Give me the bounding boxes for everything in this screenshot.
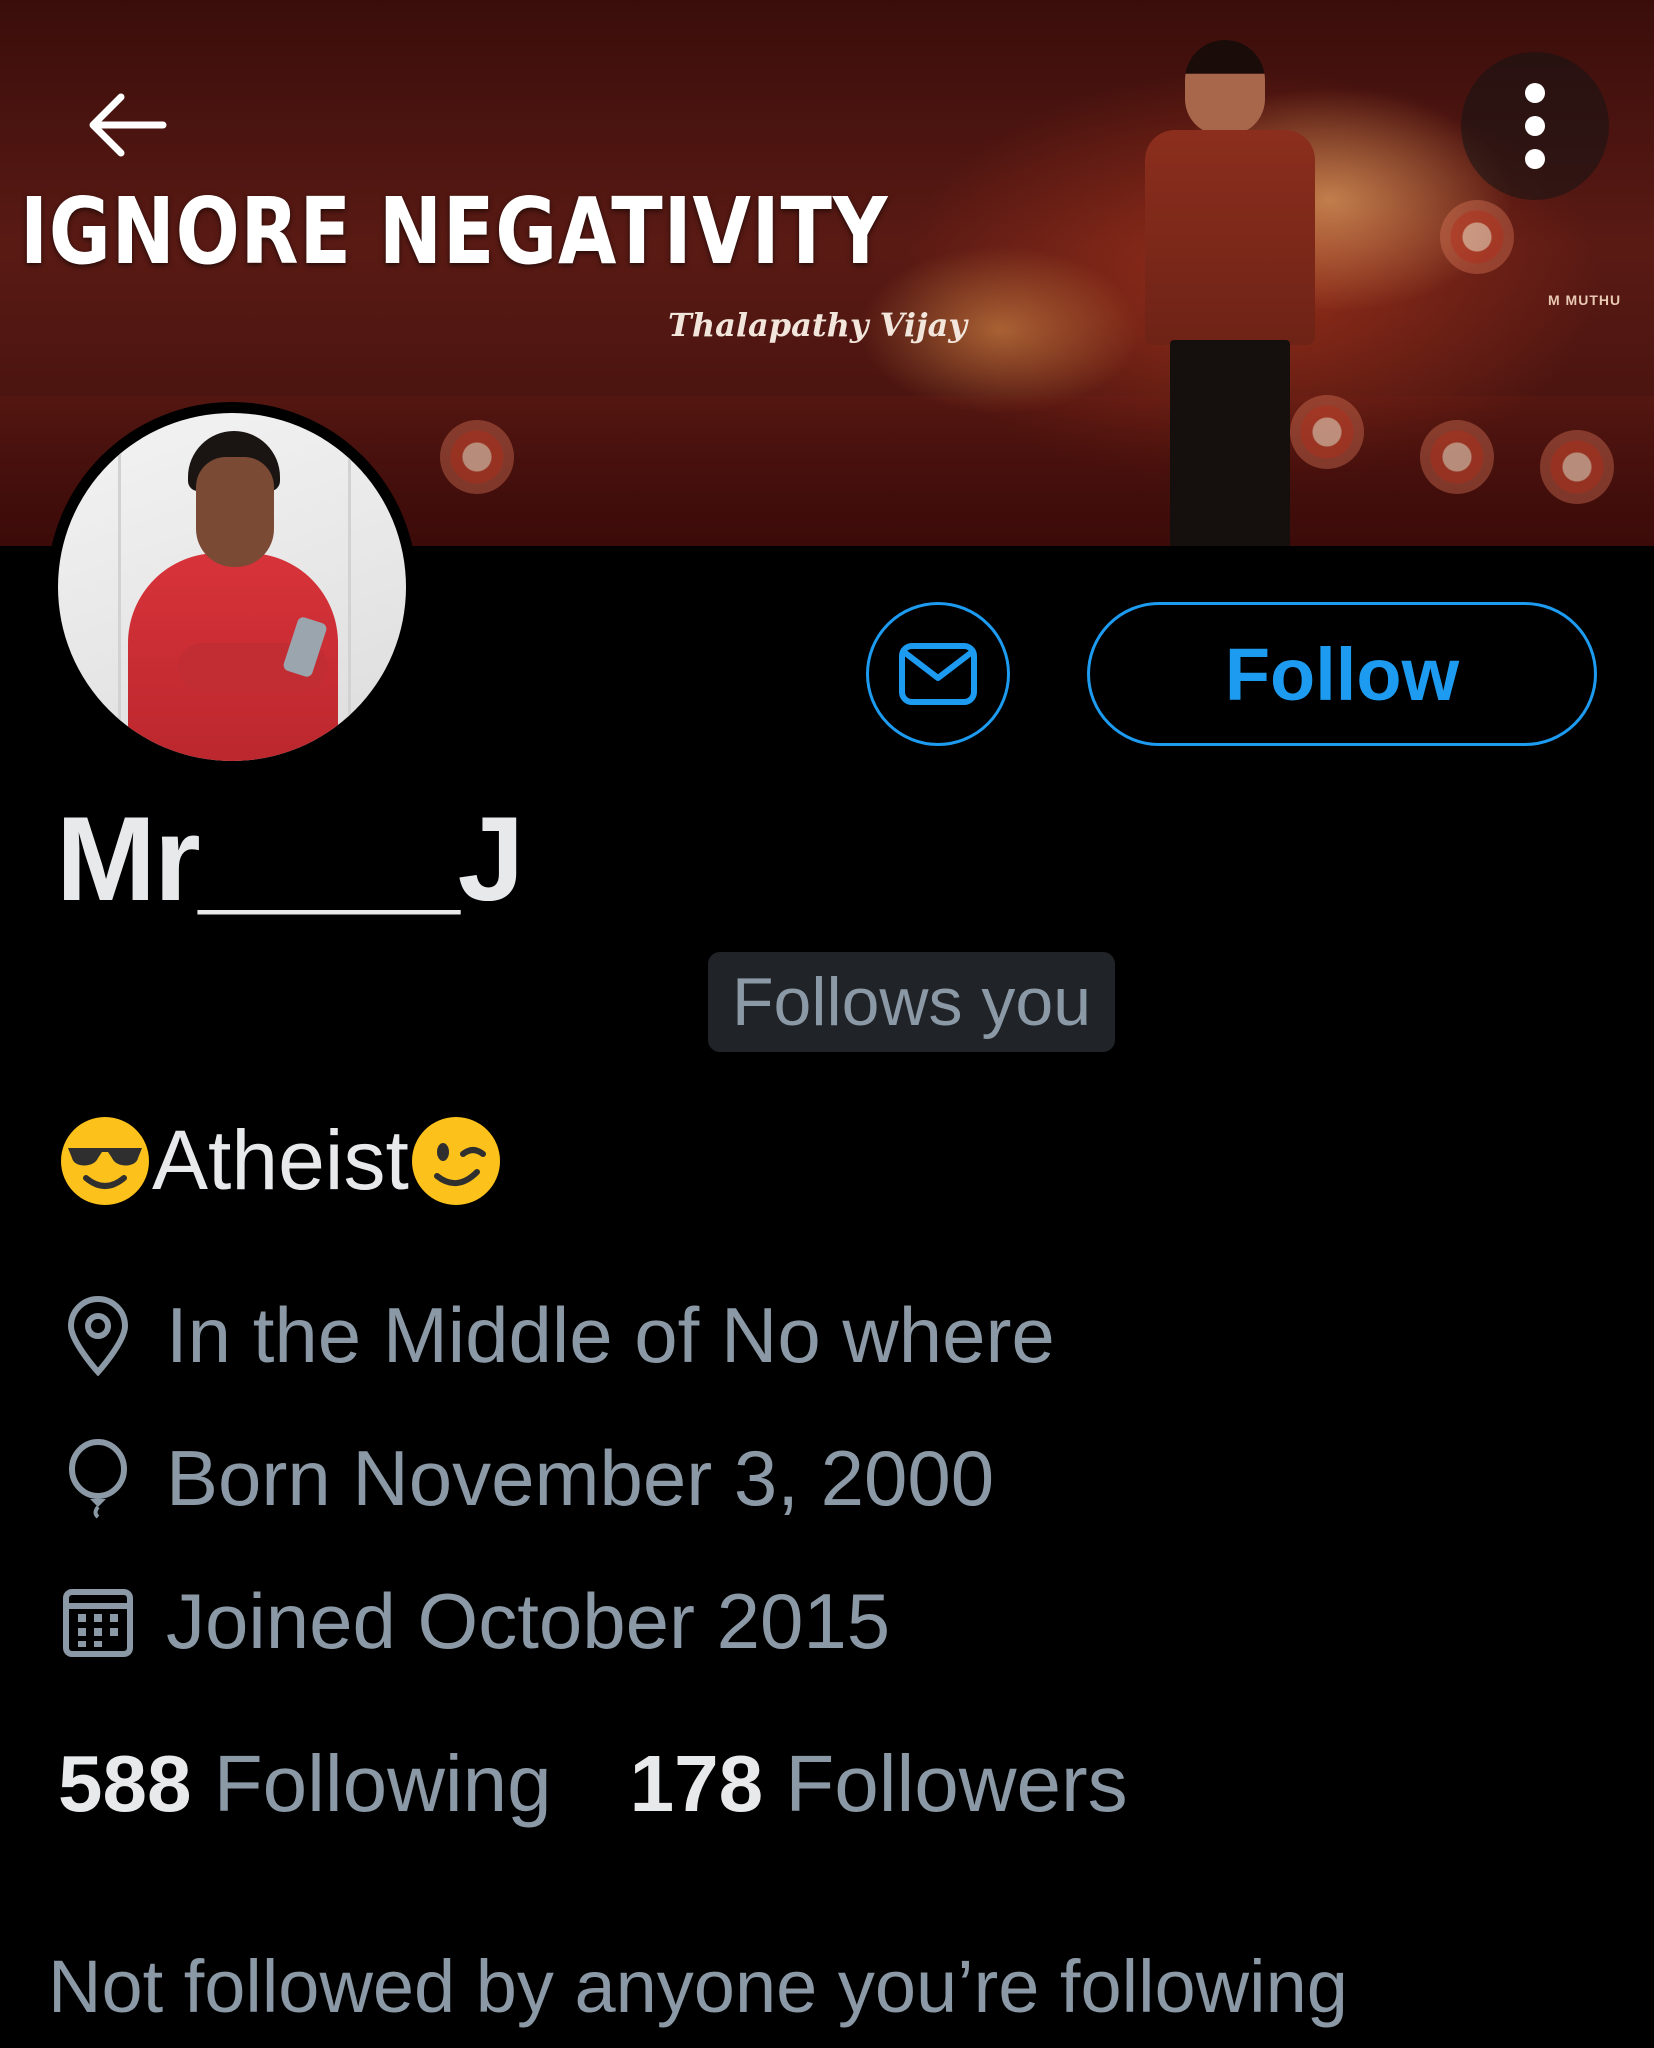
follow-stats: 588 Following 178 Followers	[58, 1738, 1128, 1830]
smiling-face-with-sunglasses-emoji	[58, 1114, 152, 1208]
followers-label: Followers	[785, 1739, 1128, 1828]
banner-signature: Thalapathy Vijay	[668, 306, 967, 344]
banner-tag: M MUTHU	[1548, 292, 1622, 308]
more-vertical-icon	[1525, 83, 1545, 169]
joined-text: Joined October 2015	[166, 1577, 891, 1665]
following-count: 588	[58, 1739, 192, 1828]
more-options-button[interactable]	[1461, 52, 1609, 200]
follow-button[interactable]: Follow	[1087, 602, 1597, 746]
back-button[interactable]	[82, 80, 172, 170]
banner-decoration	[1420, 420, 1494, 494]
followers-count: 178	[629, 1739, 764, 1828]
balloon-icon	[58, 1438, 138, 1519]
banner-decoration	[1440, 200, 1514, 274]
banner-person	[1130, 40, 1330, 546]
location-pin-icon	[58, 1295, 138, 1376]
winking-face-emoji	[409, 1114, 503, 1208]
location-row: In the Middle of No where	[58, 1290, 1055, 1381]
mutual-followers-text: Not followed by anyone you’re following	[48, 1945, 1348, 2028]
calendar-icon	[58, 1582, 138, 1662]
mail-icon	[899, 643, 977, 705]
location-text: In the Middle of No where	[166, 1291, 1055, 1379]
display-name: Mr____J	[56, 792, 524, 926]
bio: Atheist	[58, 1112, 503, 1209]
bio-text: Atheist	[152, 1113, 409, 1207]
birthday-row: Born November 3, 2000	[58, 1433, 994, 1524]
following-link[interactable]: 588 Following	[58, 1739, 552, 1828]
followers-link[interactable]: 178 Followers	[630, 1739, 1128, 1828]
following-label: Following	[213, 1739, 552, 1828]
redacted-handle	[60, 958, 710, 1048]
birthday-text: Born November 3, 2000	[166, 1434, 995, 1522]
avatar[interactable]	[47, 402, 417, 772]
message-button[interactable]	[866, 602, 1010, 746]
arrow-left-icon	[89, 93, 167, 157]
banner-title: IGNORE NEGATIVITY	[20, 178, 889, 285]
joined-row: Joined October 2015	[58, 1576, 890, 1667]
banner-decoration	[1540, 430, 1614, 504]
banner-decoration	[440, 420, 514, 494]
avatar-photo	[58, 413, 406, 761]
follows-you-badge: Follows you	[708, 952, 1116, 1052]
